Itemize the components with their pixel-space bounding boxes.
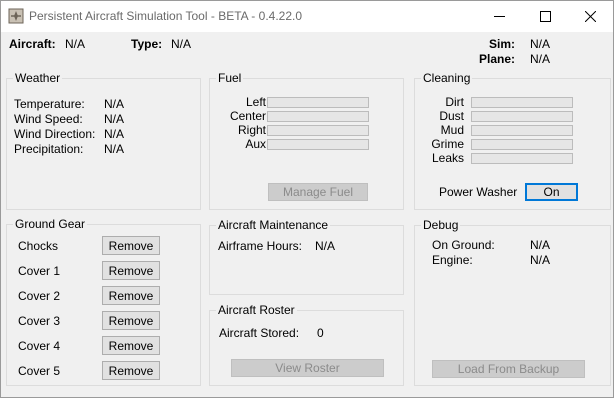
precipitation-value: N/A bbox=[104, 142, 125, 156]
sim-label: Sim: bbox=[488, 37, 515, 51]
dirt-bar bbox=[471, 97, 573, 108]
cleaning-title: Cleaning bbox=[421, 71, 473, 85]
mud-label: Mud bbox=[440, 123, 464, 137]
power-washer-button[interactable]: On bbox=[525, 183, 578, 201]
debug-group: Debug On Ground: N/A Engine: N/A Load Fr… bbox=[414, 218, 611, 386]
wind-speed-value: N/A bbox=[104, 112, 125, 126]
mud-bar bbox=[471, 125, 573, 136]
fuel-aux-label: Aux bbox=[245, 137, 266, 151]
dust-label: Dust bbox=[439, 109, 464, 123]
maintenance-title: Aircraft Maintenance bbox=[216, 218, 331, 232]
cleaning-group: Cleaning Dirt Dust Mud Grime Leaks Power… bbox=[414, 71, 611, 210]
ground-gear-group: Ground Gear Chocks Remove Cover 1 Remove… bbox=[6, 217, 201, 386]
dust-bar bbox=[471, 111, 573, 122]
fuel-center-bar bbox=[267, 111, 369, 122]
on-ground-value: N/A bbox=[530, 238, 551, 252]
remove-chocks-button[interactable]: Remove bbox=[102, 236, 160, 255]
app-icon bbox=[8, 8, 24, 24]
temperature-label: Temperature: bbox=[14, 97, 85, 111]
remove-cover-3-button[interactable]: Remove bbox=[102, 311, 160, 330]
fuel-title: Fuel bbox=[216, 71, 244, 85]
title-bar[interactable]: Persistent Aircraft Simulation Tool - BE… bbox=[1, 1, 613, 32]
temperature-value: N/A bbox=[104, 97, 125, 111]
close-icon bbox=[584, 11, 596, 22]
debug-title: Debug bbox=[421, 218, 461, 232]
grime-label: Grime bbox=[431, 137, 464, 151]
cover-5-label: Cover 5 bbox=[18, 364, 61, 378]
engine-value: N/A bbox=[530, 253, 551, 267]
fuel-right-label: Right bbox=[237, 123, 266, 137]
roster-title: Aircraft Roster bbox=[216, 303, 297, 317]
cover-2-label: Cover 2 bbox=[18, 289, 61, 303]
weather-title: Weather bbox=[13, 71, 63, 85]
aircraft-value: N/A bbox=[65, 37, 86, 51]
airframe-hours-label: Airframe Hours: bbox=[218, 239, 303, 253]
leaks-label: Leaks bbox=[431, 151, 464, 165]
cover-3-label: Cover 3 bbox=[18, 314, 61, 328]
view-roster-button[interactable]: View Roster bbox=[231, 359, 384, 377]
ground-gear-title: Ground Gear bbox=[13, 217, 88, 231]
fuel-group: Fuel Left Center Right Aux Manage Fuel bbox=[209, 71, 404, 210]
remove-cover-5-button[interactable]: Remove bbox=[102, 361, 160, 380]
type-label: Type: bbox=[131, 37, 163, 51]
roster-group: Aircraft Roster Aircraft Stored: 0 View … bbox=[209, 303, 404, 386]
on-ground-label: On Ground: bbox=[432, 238, 495, 252]
maintenance-group: Aircraft Maintenance Airframe Hours: N/A bbox=[209, 218, 404, 295]
fuel-left-label: Left bbox=[245, 95, 266, 109]
manage-fuel-button[interactable]: Manage Fuel bbox=[268, 183, 368, 201]
weather-group: Weather Temperature: N/A Wind Speed: N/A… bbox=[6, 71, 201, 210]
leaks-bar bbox=[471, 153, 573, 164]
wind-direction-label: Wind Direction: bbox=[14, 127, 96, 141]
plane-label: Plane: bbox=[478, 52, 515, 66]
power-washer-label: Power Washer bbox=[439, 185, 518, 199]
airframe-hours-value: N/A bbox=[315, 239, 336, 253]
wind-speed-label: Wind Speed: bbox=[14, 112, 83, 126]
fuel-center-label: Center bbox=[229, 109, 266, 123]
minimize-button[interactable] bbox=[476, 1, 522, 32]
wind-direction-value: N/A bbox=[104, 127, 125, 141]
dirt-label: Dirt bbox=[445, 95, 464, 109]
remove-cover-2-button[interactable]: Remove bbox=[102, 286, 160, 305]
maximize-icon bbox=[539, 11, 551, 22]
close-button[interactable] bbox=[567, 1, 613, 32]
aircraft-stored-value: 0 bbox=[317, 326, 324, 340]
engine-label: Engine: bbox=[432, 253, 473, 267]
plane-value: N/A bbox=[530, 52, 551, 66]
fuel-left-bar bbox=[267, 97, 369, 108]
remove-cover-4-button[interactable]: Remove bbox=[102, 336, 160, 355]
sim-value: N/A bbox=[530, 37, 551, 51]
app-window: Persistent Aircraft Simulation Tool - BE… bbox=[0, 0, 614, 398]
cover-4-label: Cover 4 bbox=[18, 339, 61, 353]
grime-bar bbox=[471, 139, 573, 150]
maximize-button[interactable] bbox=[522, 1, 568, 32]
fuel-right-bar bbox=[267, 125, 369, 136]
remove-cover-1-button[interactable]: Remove bbox=[102, 261, 160, 280]
window-title: Persistent Aircraft Simulation Tool - BE… bbox=[29, 9, 303, 23]
load-from-backup-button[interactable]: Load From Backup bbox=[432, 360, 585, 378]
type-value: N/A bbox=[171, 37, 192, 51]
precipitation-label: Precipitation: bbox=[14, 142, 84, 156]
cover-1-label: Cover 1 bbox=[18, 264, 61, 278]
chocks-label: Chocks bbox=[18, 239, 59, 253]
aircraft-label: Aircraft: bbox=[9, 37, 56, 51]
minimize-icon bbox=[493, 16, 505, 17]
fuel-aux-bar bbox=[267, 139, 369, 150]
aircraft-stored-label: Aircraft Stored: bbox=[219, 326, 300, 340]
